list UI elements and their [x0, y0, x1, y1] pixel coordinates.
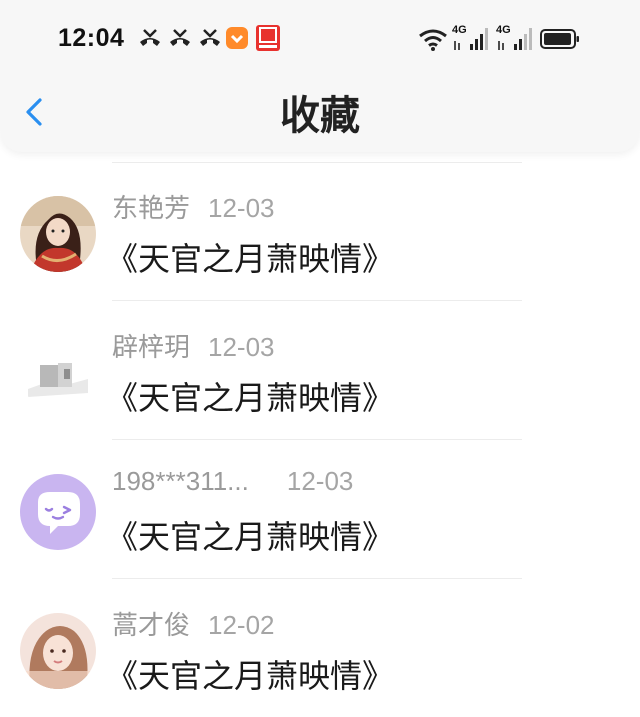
item-meta: 东艳芳 12-03 — [112, 188, 275, 224]
list-item[interactable]: 东艳芳 12-03 《天官之月萧映情》 — [0, 162, 640, 300]
battery-icon — [540, 29, 579, 49]
list-item[interactable]: 辟梓玥 12-03 《天官之月萧映情》 — [0, 301, 640, 439]
missed-call-icon — [170, 29, 190, 46]
status-bar: 12:04 4G 4G — [0, 14, 640, 64]
cellular-signal-icon: 4G — [452, 24, 492, 52]
page-title: 收藏 — [280, 93, 360, 139]
item-content: 《天官之月萧映情》 — [106, 657, 395, 695]
item-date: 12-02 — [208, 610, 275, 640]
status-time: 12:04 — [58, 24, 125, 52]
app-header: 收藏 — [0, 80, 640, 152]
list-item[interactable]: 蒿才俊 12-02 《天官之月萧映情》 — [0, 579, 640, 717]
sender-name: 东艳芳 — [112, 194, 191, 224]
item-meta: 198***311... 12-03 — [112, 466, 353, 500]
missed-call-icon — [140, 29, 160, 46]
item-date: 12-03 — [208, 332, 275, 362]
missed-call-icon — [200, 29, 220, 46]
sender-name: 蒿才俊 — [112, 611, 191, 641]
wifi-icon — [419, 29, 447, 51]
top-card: 12:04 4G 4G 收藏 — [0, 0, 640, 152]
anime-girl-avatar[interactable] — [20, 196, 96, 272]
default-chat-avatar[interactable] — [20, 474, 96, 550]
photo-avatar[interactable] — [20, 335, 96, 411]
favorites-list: 东艳芳 12-03 《天官之月萧映情》 辟梓玥 12-03 《天官之月萧映情》 — [0, 162, 640, 717]
cellular-signal-icon: 4G — [496, 24, 536, 52]
shopping-app-icon — [256, 25, 280, 51]
item-content: 《天官之月萧映情》 — [106, 518, 395, 556]
item-content: 《天官之月萧映情》 — [106, 379, 395, 417]
item-date: 12-03 — [208, 193, 275, 223]
item-meta: 辟梓玥 12-03 — [112, 327, 275, 363]
item-content: 《天官之月萧映情》 — [106, 240, 395, 278]
sender-name: 198***311... — [112, 466, 249, 496]
item-date: 12-03 — [286, 466, 354, 496]
item-meta: 蒿才俊 12-02 — [112, 605, 275, 641]
list-item[interactable]: 198***311... 12-03 《天官之月萧映情》 — [0, 440, 640, 578]
girl-photo-avatar[interactable] — [20, 613, 96, 689]
sender-name: 辟梓玥 — [112, 333, 191, 363]
app-notification-icon — [226, 27, 248, 49]
